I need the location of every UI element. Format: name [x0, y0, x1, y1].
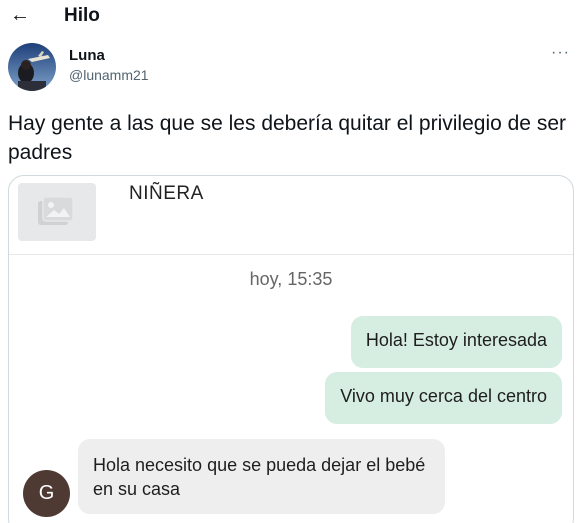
listing-header: NIÑERA [9, 176, 573, 255]
chat-timestamp: hoy, 15:35 [249, 269, 333, 289]
sender-avatar: G [23, 470, 70, 517]
thread-header: ← Hilo [0, 0, 579, 34]
page-title: Hilo [64, 5, 100, 26]
arrow-left-icon[interactable]: ← [9, 4, 31, 26]
listing-title: NIÑERA [129, 183, 204, 204]
more-horizontal-icon[interactable]: ··· [551, 44, 570, 62]
outgoing-message: Vivo muy cerca del centro [325, 372, 562, 424]
incoming-message: Hola necesito que se pueda dejar el bebé… [78, 439, 445, 514]
tweet-media-card[interactable]: NIÑERA hoy, 15:35 Hola! Estoy interesada… [8, 175, 574, 523]
listing-thumbnail [18, 183, 96, 241]
tweet-text: Hay gente a las que se les debería quita… [8, 112, 566, 164]
avatar[interactable] [8, 43, 56, 91]
outgoing-message: Hola! Estoy interesada [350, 316, 562, 368]
author-handle[interactable]: @lunamm21 [69, 67, 149, 83]
image-placeholder-icon [38, 196, 74, 225]
author-name[interactable]: Luna [69, 47, 105, 64]
